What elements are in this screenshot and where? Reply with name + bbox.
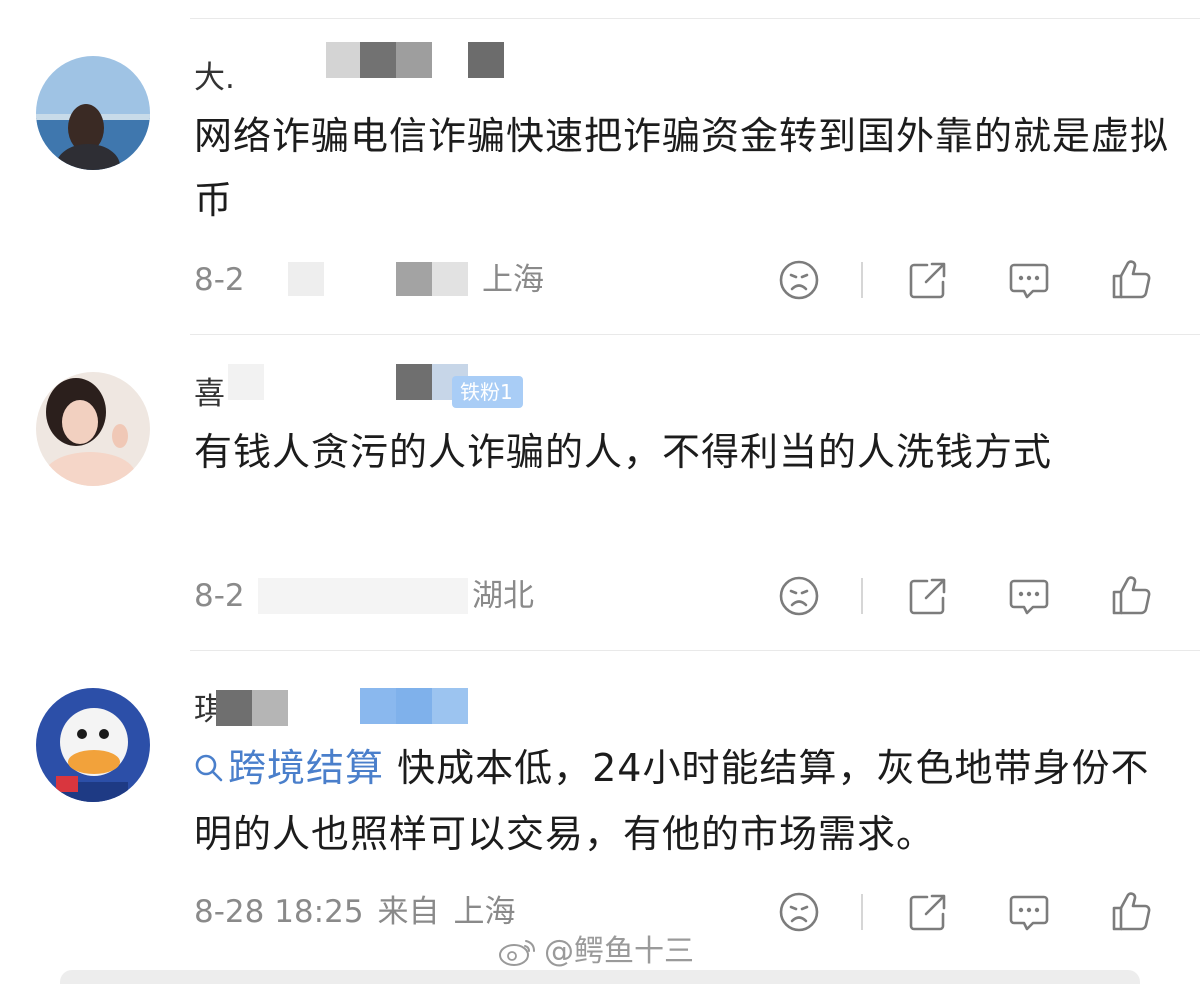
redacted-meta <box>258 578 468 614</box>
comment-divider <box>190 650 1200 651</box>
redacted-name <box>326 42 360 78</box>
share-icon[interactable] <box>905 889 951 935</box>
avatar[interactable] <box>36 688 150 802</box>
action-separator <box>861 262 863 298</box>
redacted-name <box>396 688 432 724</box>
comment-divider <box>190 334 1200 335</box>
avatar[interactable] <box>36 372 150 486</box>
redacted-name <box>360 688 396 724</box>
dislike-icon[interactable] <box>776 889 822 935</box>
comment-meta: 8-2 <box>194 262 245 298</box>
redacted-meta <box>288 262 324 296</box>
redacted-name <box>360 42 396 78</box>
comment-meta: 8-28 18:25 来自 上海 <box>194 894 516 930</box>
comment-icon[interactable] <box>1006 257 1052 303</box>
redacted-name <box>468 42 504 78</box>
like-icon[interactable] <box>1108 889 1154 935</box>
topic-link[interactable]: 跨境结算 <box>194 746 384 790</box>
avatar[interactable] <box>36 56 150 170</box>
action-separator <box>861 578 863 614</box>
redacted-meta <box>432 262 468 296</box>
username[interactable]: 喜 <box>194 374 225 414</box>
comment-text: 网络诈骗电信诈骗快速把诈骗资金转到国外靠的就是虚拟币 <box>194 114 1170 222</box>
redacted-name <box>216 690 252 726</box>
like-icon[interactable] <box>1108 573 1154 619</box>
dislike-icon[interactable] <box>776 573 822 619</box>
username[interactable]: 大. <box>194 58 235 98</box>
top-divider <box>190 18 1200 19</box>
like-icon[interactable] <box>1108 257 1154 303</box>
action-separator <box>861 894 863 930</box>
comment-location: 上海 <box>482 262 544 298</box>
redacted-name <box>396 42 432 78</box>
comment-icon[interactable] <box>1006 889 1052 935</box>
share-icon[interactable] <box>905 257 951 303</box>
redacted-name <box>432 688 468 724</box>
comment-location: 湖北 <box>472 578 534 614</box>
search-icon <box>194 738 224 802</box>
fan-badge: 铁粉1 <box>452 376 523 408</box>
dislike-icon[interactable] <box>776 257 822 303</box>
redacted-meta <box>396 262 432 296</box>
comment-text: 有钱人贪污的人诈骗的人，不得利当的人洗钱方式 <box>194 430 1053 474</box>
redacted-name <box>228 364 264 400</box>
comment-meta: 8-2 <box>194 578 245 614</box>
comment-text: 跨境结算 快成本低，24小时能结算，灰色地带身份不明的人也照样可以交易，有他的市… <box>194 736 1184 866</box>
share-icon[interactable] <box>905 573 951 619</box>
redacted-name <box>396 364 432 400</box>
comment-icon[interactable] <box>1006 573 1052 619</box>
redacted-name <box>252 690 288 726</box>
